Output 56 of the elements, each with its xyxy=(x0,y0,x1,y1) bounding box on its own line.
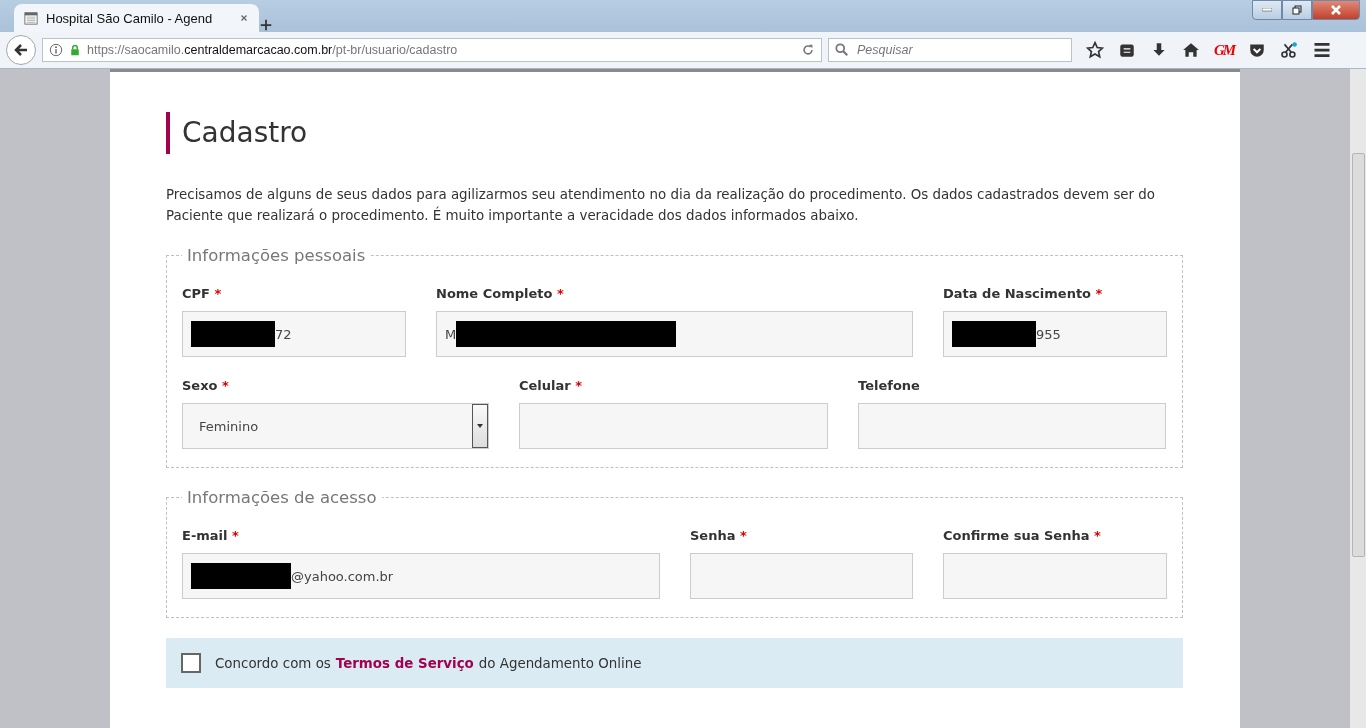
close-button[interactable] xyxy=(1312,0,1360,20)
page-title: Cadastro xyxy=(166,112,1183,154)
terms-link[interactable]: Termos de Serviço xyxy=(335,655,474,671)
close-icon[interactable] xyxy=(239,13,249,23)
search-input[interactable]: Pesquisar xyxy=(855,42,1059,58)
plus-icon[interactable] xyxy=(259,18,273,32)
input-field[interactable] xyxy=(519,403,828,449)
field-label: Telefone xyxy=(858,378,920,393)
menu-icon[interactable] xyxy=(1312,40,1333,60)
star-icon[interactable] xyxy=(1086,41,1104,59)
input-field[interactable] xyxy=(858,403,1166,449)
back-arrow-icon xyxy=(13,42,29,58)
field-label: Senha * xyxy=(690,528,747,543)
minimize-button[interactable] xyxy=(1252,0,1282,20)
restore-button[interactable] xyxy=(1282,0,1312,20)
input-field[interactable]: @yahoo.com.br xyxy=(182,553,660,599)
extension-button[interactable]: GM xyxy=(1214,41,1235,59)
search-icon xyxy=(835,43,849,57)
input-field[interactable]: 72 xyxy=(182,311,406,357)
input-field[interactable] xyxy=(690,553,913,599)
close-icon xyxy=(1331,5,1341,15)
reload-icon[interactable] xyxy=(801,43,815,57)
section-legend: Informações de acesso xyxy=(182,488,382,507)
url-text: https://saocamilo.centraldemarcacao.com.br/pt-br/usuario/cadastro xyxy=(87,43,459,57)
address-bar[interactable]: https://saocamilo.centraldemarcacao.com.br/pt-br/usuario/cadastro xyxy=(42,38,822,62)
search-field[interactable]: Pesquisar xyxy=(828,38,1072,62)
gender-select[interactable]: Feminino xyxy=(182,403,489,449)
terms-text: do Agendamento Online xyxy=(478,655,642,671)
field-label: Data de Nascimento * xyxy=(943,286,1103,301)
field-label: Nome Completo * xyxy=(436,286,564,301)
reading-list-icon[interactable] xyxy=(1118,41,1136,59)
caret-icon xyxy=(476,423,484,429)
input-field[interactable]: M xyxy=(436,311,913,357)
pocket-icon[interactable] xyxy=(1248,41,1267,59)
lock-icon xyxy=(69,43,81,57)
section-legend: Informações pessoais xyxy=(182,246,371,265)
scrollbar[interactable] xyxy=(1350,69,1366,728)
back-button[interactable] xyxy=(6,35,36,65)
browser-tab[interactable]: Hospital São Camilo - Agend xyxy=(14,4,259,32)
field-label: Celular * xyxy=(519,378,583,393)
dropdown-button[interactable] xyxy=(472,404,488,448)
scissors-icon[interactable] xyxy=(1280,41,1299,59)
input-field[interactable]: 955 xyxy=(943,311,1167,357)
field-label: CPF * xyxy=(182,286,222,301)
field-label: E-mail * xyxy=(182,528,239,543)
field-label: Sexo * xyxy=(182,378,229,393)
terms-checkbox[interactable] xyxy=(181,653,201,673)
field-label: Confirme sua Senha * xyxy=(943,528,1101,543)
terms-text: Concordo com os xyxy=(215,655,331,671)
intro-text: Precisamos de alguns de seus dados para agilizarmos seu atendimento no dia da realização do procedimento. Os dados cadastrados devem ser do Paciente que realizará o procedimento. É muito importante a veracidade dos dados informados abaixo. xyxy=(166,186,1157,225)
input-field[interactable] xyxy=(943,553,1167,599)
home-icon[interactable] xyxy=(1182,41,1200,59)
minimize-icon xyxy=(1262,8,1272,12)
calendar-icon xyxy=(24,11,38,25)
restore-icon xyxy=(1292,5,1302,15)
info-icon[interactable] xyxy=(49,43,63,57)
